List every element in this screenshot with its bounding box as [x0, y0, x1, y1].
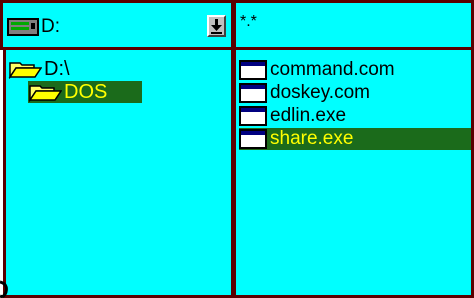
drive-selector-value: D:: [41, 16, 60, 37]
file-dialog: D: *.* D:\ DOS command.com doskey.com ed…: [0, 0, 474, 298]
file-item-label: command.com: [270, 59, 395, 80]
open-folder-icon: [28, 85, 62, 102]
file-item-label: edlin.exe: [270, 105, 347, 126]
file-list[interactable]: command.com doskey.com edlin.exe share.e…: [233, 47, 474, 298]
drive-icon: [7, 18, 39, 36]
file-item-label: share.exe: [270, 128, 354, 149]
drive-dropdown-button[interactable]: [207, 15, 226, 37]
file-filter-value: *.*: [240, 13, 257, 30]
drive-selector[interactable]: D:: [0, 0, 234, 50]
file-icon: [239, 129, 267, 149]
tree-item-label: DOS: [64, 81, 108, 103]
directory-tree[interactable]: D:\ DOS: [3, 47, 234, 298]
tree-item-dos[interactable]: DOS: [28, 81, 142, 103]
tree-item-label: D:\: [44, 58, 70, 80]
down-arrow-icon: [211, 19, 222, 34]
file-item-edlin[interactable]: edlin.exe: [239, 105, 439, 127]
file-icon: [239, 83, 267, 103]
edge-fragment: [0, 280, 8, 298]
file-item-share[interactable]: share.exe: [239, 128, 471, 150]
file-filter-field[interactable]: *.*: [233, 0, 474, 50]
open-folder-icon: [8, 62, 42, 79]
file-item-doskey[interactable]: doskey.com: [239, 82, 439, 104]
file-icon: [239, 106, 267, 126]
file-item-label: doskey.com: [270, 82, 370, 103]
file-item-command[interactable]: command.com: [239, 59, 439, 81]
file-icon: [239, 60, 267, 80]
tree-item-root[interactable]: D:\: [8, 58, 128, 80]
